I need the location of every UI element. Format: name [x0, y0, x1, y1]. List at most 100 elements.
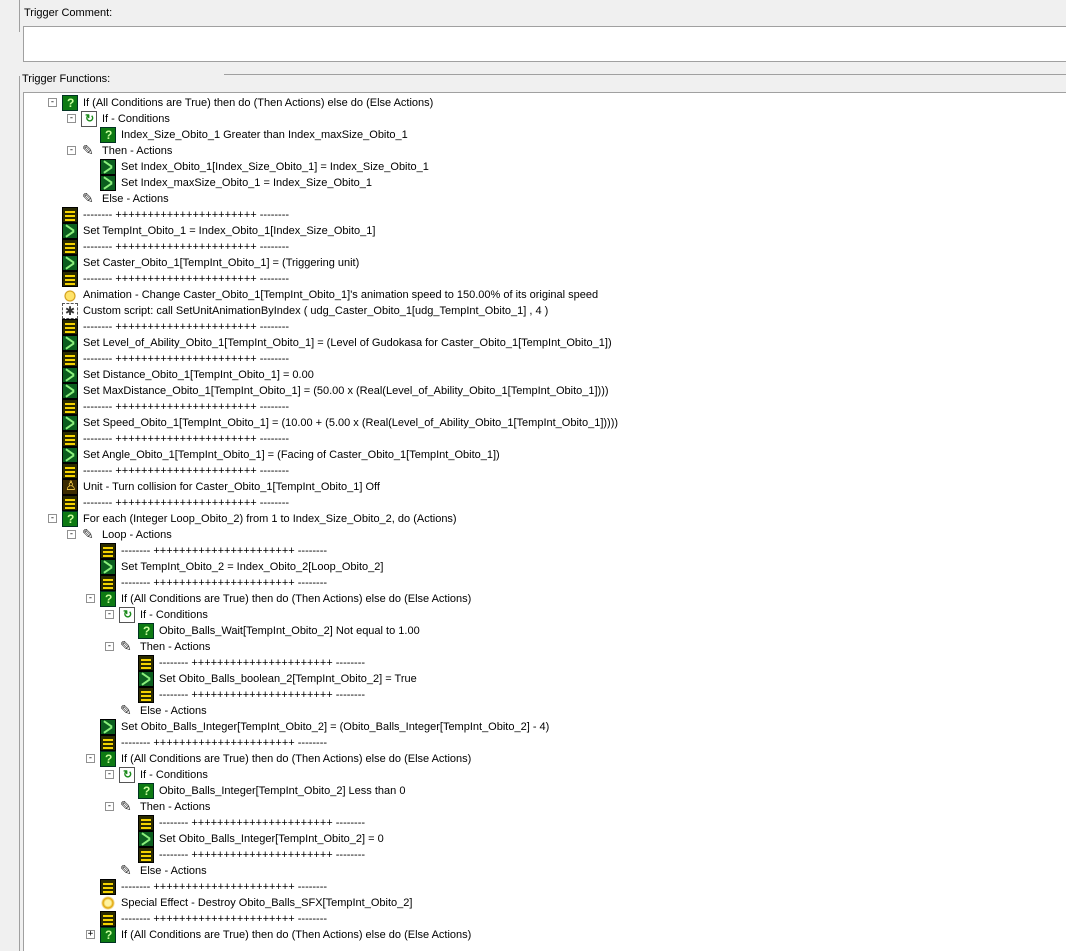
tree-row[interactable]: -------- ++++++++++++++++++++++ --------: [24, 399, 1064, 415]
tree-row[interactable]: -------- ++++++++++++++++++++++ --------: [24, 271, 1064, 287]
custom-script-icon: [62, 303, 78, 319]
tree-row[interactable]: - If - Conditions: [24, 767, 1064, 783]
tree-row[interactable]: Obito_Balls_Wait[TempInt_Obito_2] Not eq…: [24, 623, 1064, 639]
actions-icon: [119, 702, 135, 719]
tree-row[interactable]: - Then - Actions: [24, 142, 1064, 159]
tree-row[interactable]: Set TempInt_Obito_1 = Index_Obito_1[Inde…: [24, 223, 1064, 239]
collapse-toggle[interactable]: -: [86, 754, 95, 763]
tree-row[interactable]: - If (All Conditions are True) then do (T…: [24, 591, 1064, 607]
tree-row[interactable]: Set Level_of_Ability_Obito_1[TempInt_Obi…: [24, 335, 1064, 351]
tree-row[interactable]: -------- ++++++++++++++++++++++ --------: [24, 879, 1064, 895]
tree-row-label: Unit - Turn collision for Caster_Obito_1…: [83, 481, 380, 493]
tree-row[interactable]: Set TempInt_Obito_2 = Index_Obito_2[Loop…: [24, 559, 1064, 575]
tree-row[interactable]: Set Obito_Balls_boolean_2[TempInt_Obito_…: [24, 671, 1064, 687]
tree-row[interactable]: - Loop - Actions: [24, 526, 1064, 543]
tree-row[interactable]: Set Index_Obito_1[Index_Size_Obito_1] = …: [24, 159, 1064, 175]
tree-row[interactable]: -------- ++++++++++++++++++++++ --------: [24, 431, 1064, 447]
tree-row[interactable]: -------- ++++++++++++++++++++++ --------: [24, 319, 1064, 335]
tree-row[interactable]: -------- ++++++++++++++++++++++ --------: [24, 911, 1064, 927]
comment-icon: [62, 239, 78, 255]
tree-row[interactable]: Custom script: call SetUnitAnimationByIn…: [24, 303, 1064, 319]
tree-row-label: If (All Conditions are True) then do (Th…: [121, 593, 472, 605]
tree-row-label: Set MaxDistance_Obito_1[TempInt_Obito_1]…: [83, 385, 609, 397]
tree-row-label: -------- ++++++++++++++++++++++ --------: [83, 353, 290, 365]
set-variable-icon: [62, 383, 78, 399]
tree-row[interactable]: - If (All Conditions are True) then do (T…: [24, 95, 1064, 111]
collapse-toggle[interactable]: -: [105, 770, 114, 779]
comment-icon: [138, 847, 154, 863]
trigger-comment-input[interactable]: [23, 26, 1066, 62]
tree-row-label: If - Conditions: [140, 609, 208, 621]
tree-row[interactable]: -------- ++++++++++++++++++++++ --------: [24, 463, 1064, 479]
collapse-toggle[interactable]: -: [67, 146, 76, 155]
tree-row[interactable]: Set Obito_Balls_Integer[TempInt_Obito_2]…: [24, 831, 1064, 847]
collapse-toggle[interactable]: -: [67, 114, 76, 123]
tree-row[interactable]: Else - Actions: [24, 190, 1064, 207]
comment-icon: [138, 687, 154, 703]
tree-row-label: -------- ++++++++++++++++++++++ --------: [159, 689, 366, 701]
tree-row[interactable]: - If (All Conditions are True) then do (T…: [24, 751, 1064, 767]
tree-row[interactable]: Set Distance_Obito_1[TempInt_Obito_1] = …: [24, 367, 1064, 383]
tree-row[interactable]: Set Speed_Obito_1[TempInt_Obito_1] = (10…: [24, 415, 1064, 431]
condition-icon: [100, 751, 116, 767]
condition-icon: [138, 623, 154, 639]
tree-row[interactable]: -------- ++++++++++++++++++++++ --------: [24, 495, 1064, 511]
tree-row[interactable]: Animation - Change Caster_Obito_1[TempIn…: [24, 287, 1064, 303]
tree-row[interactable]: -------- ++++++++++++++++++++++ --------: [24, 543, 1064, 559]
tree-row[interactable]: Else - Actions: [24, 862, 1064, 879]
comment-icon: [100, 879, 116, 895]
tree-row[interactable]: + If (All Conditions are True) then do (T…: [24, 927, 1064, 943]
tree-row[interactable]: Set Angle_Obito_1[TempInt_Obito_1] = (Fa…: [24, 447, 1064, 463]
tree-row[interactable]: Set Index_maxSize_Obito_1 = Index_Size_O…: [24, 175, 1064, 191]
tree-row[interactable]: Set Caster_Obito_1[TempInt_Obito_1] = (T…: [24, 255, 1064, 271]
tree-row[interactable]: - If - Conditions: [24, 111, 1064, 127]
trigger-functions-tree[interactable]: -If (All Conditions are True) then do (T…: [23, 92, 1066, 951]
tree-row[interactable]: -------- ++++++++++++++++++++++ --------: [24, 847, 1064, 863]
tree-row-label: -------- ++++++++++++++++++++++ --------: [121, 737, 328, 749]
tree-row-label: Animation - Change Caster_Obito_1[TempIn…: [83, 289, 599, 301]
tree-row[interactable]: -------- ++++++++++++++++++++++ --------: [24, 655, 1064, 671]
tree-row[interactable]: - If - Conditions: [24, 607, 1064, 623]
actions-icon: [81, 190, 97, 207]
collapse-toggle[interactable]: -: [105, 642, 114, 651]
collapse-toggle[interactable]: -: [48, 98, 57, 107]
collapse-toggle[interactable]: -: [48, 514, 57, 523]
tree-row[interactable]: Set MaxDistance_Obito_1[TempInt_Obito_1]…: [24, 383, 1064, 399]
comment-icon: [100, 911, 116, 927]
tree-row-label: Index_Size_Obito_1 Greater than Index_ma…: [121, 129, 408, 141]
tree-row[interactable]: -------- ++++++++++++++++++++++ --------: [24, 207, 1064, 223]
tree-row[interactable]: Set Obito_Balls_Integer[TempInt_Obito_2]…: [24, 719, 1064, 735]
unit-icon: [62, 478, 78, 495]
comment-icon: [100, 575, 116, 591]
tree-row-label: -------- ++++++++++++++++++++++ --------: [121, 881, 328, 893]
tree-row[interactable]: - Then - Actions: [24, 638, 1064, 655]
tree-row[interactable]: Special Effect - Destroy Obito_Balls_SFX…: [24, 895, 1064, 911]
tree-row[interactable]: -------- ++++++++++++++++++++++ --------: [24, 735, 1064, 751]
tree-row-label: -------- ++++++++++++++++++++++ --------: [121, 577, 328, 589]
tree-row[interactable]: -------- ++++++++++++++++++++++ --------: [24, 239, 1064, 255]
collapse-toggle[interactable]: -: [105, 802, 114, 811]
tree-row[interactable]: - For each (Integer Loop_Obito_2) from 1 …: [24, 511, 1064, 527]
collapse-toggle[interactable]: -: [86, 594, 95, 603]
tree-row-label: If - Conditions: [140, 769, 208, 781]
expand-toggle[interactable]: +: [86, 930, 95, 939]
comment-icon: [100, 543, 116, 559]
actions-icon: [119, 638, 135, 655]
set-variable-icon: [62, 223, 78, 239]
tree-row[interactable]: - Then - Actions: [24, 798, 1064, 815]
tree-row-label: -------- ++++++++++++++++++++++ --------: [159, 657, 366, 669]
tree-row[interactable]: Index_Size_Obito_1 Greater than Index_ma…: [24, 127, 1064, 143]
tree-row[interactable]: Unit - Turn collision for Caster_Obito_1…: [24, 478, 1064, 495]
collapse-toggle[interactable]: -: [105, 610, 114, 619]
tree-row[interactable]: Else - Actions: [24, 702, 1064, 719]
condition-icon: [138, 783, 154, 799]
tree-row[interactable]: -------- ++++++++++++++++++++++ --------: [24, 575, 1064, 591]
collapse-toggle[interactable]: -: [67, 530, 76, 539]
tree-row[interactable]: Obito_Balls_Integer[TempInt_Obito_2] Les…: [24, 783, 1064, 799]
tree-row[interactable]: -------- ++++++++++++++++++++++ --------: [24, 815, 1064, 831]
tree-row-label: -------- ++++++++++++++++++++++ --------: [83, 465, 290, 477]
tree-row[interactable]: -------- ++++++++++++++++++++++ --------: [24, 687, 1064, 703]
condition-icon: [100, 127, 116, 143]
tree-row[interactable]: -------- ++++++++++++++++++++++ --------: [24, 351, 1064, 367]
actions-icon: [81, 526, 97, 543]
